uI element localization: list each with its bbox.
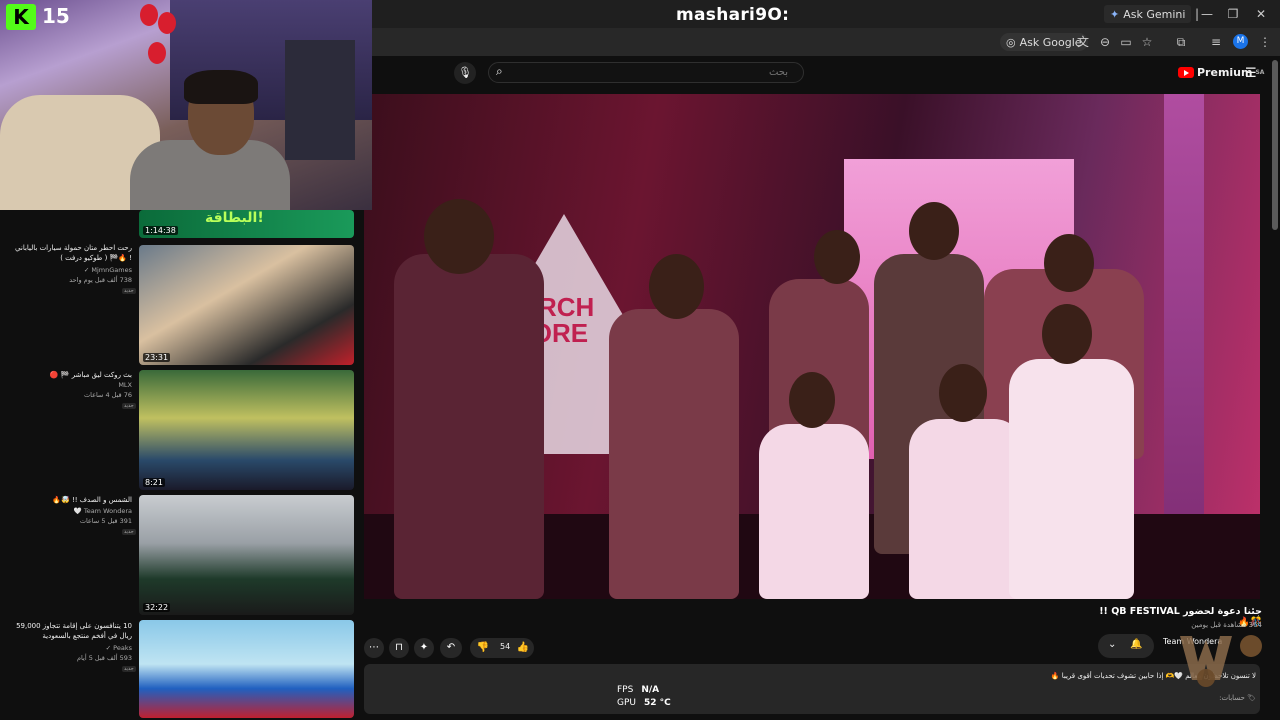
extensions-icon[interactable]: ⧉ bbox=[1173, 34, 1189, 50]
related-meta: 738 ألف قبل يوم واحد bbox=[69, 276, 132, 284]
related-duration: 1:14:38 bbox=[143, 226, 178, 235]
hamburger-menu-icon[interactable]: ☰ bbox=[1245, 66, 1257, 81]
child-2-head bbox=[939, 364, 987, 422]
subscribed-button[interactable]: ⌄ 🔔 bbox=[1098, 634, 1154, 658]
save-button[interactable]: ⊓ bbox=[389, 638, 409, 658]
video-player[interactable]: MERCH STORE bbox=[364, 94, 1260, 599]
related-channel[interactable]: Peaks ✓ bbox=[12, 644, 132, 652]
related-thumbnail-5[interactable] bbox=[139, 620, 354, 718]
bookmark-star-icon[interactable]: ☆ bbox=[1139, 34, 1155, 50]
related-channel[interactable]: Team Wondera 🤍 bbox=[12, 507, 132, 515]
related-title[interactable]: الشمس و الصدف !! 🤯🔥 bbox=[12, 495, 132, 505]
streamer-hair bbox=[184, 70, 258, 104]
share-icon: ↶ bbox=[446, 642, 456, 653]
chevron-down-icon: ⌄ bbox=[1108, 639, 1117, 650]
browser-menu-icon[interactable]: ⋮ bbox=[1257, 34, 1273, 50]
ask-gemini-label: Ask Gemini bbox=[1123, 7, 1186, 21]
gemini-sparkle-icon: ✦ bbox=[1110, 7, 1120, 21]
like-count: 54 bbox=[500, 642, 511, 651]
related-title[interactable]: رحت احطر متان حمولة سيارات بالياباني ! 🔥… bbox=[12, 243, 132, 263]
more-horiz-icon: ⋯ bbox=[369, 642, 379, 653]
premium-region: SA bbox=[1255, 69, 1265, 76]
minimize-button[interactable]: — bbox=[1196, 4, 1218, 24]
fps-label: FPS bbox=[617, 685, 634, 695]
page-scrollbar[interactable] bbox=[1272, 60, 1278, 230]
related-channel[interactable]: MjmnGames ✓ bbox=[12, 266, 132, 274]
person-back-2-head bbox=[909, 202, 959, 260]
thumbs-down-icon: 👎 bbox=[476, 642, 490, 653]
gpu-label: GPU bbox=[617, 698, 636, 708]
related-thumbnail-1[interactable]: البطاقة! 1:14:38 bbox=[139, 210, 354, 238]
related-duration: 23:31 bbox=[143, 353, 171, 362]
new-badge: جديد bbox=[122, 529, 136, 535]
related-thumbnail-4[interactable]: 32:22 bbox=[139, 495, 354, 615]
ask-gemini-button[interactable]: ✦ Ask Gemini bbox=[1104, 5, 1192, 23]
related-meta: 593 ألف قبل 5 أيام bbox=[77, 654, 132, 662]
related-title[interactable]: 10 يتنافسون على إقامة تتجاوز 59,000 ريال… bbox=[12, 621, 132, 641]
ask-ai-button[interactable]: ✦ bbox=[414, 638, 434, 658]
fps-value: N/A bbox=[641, 685, 660, 695]
viewer-count: 15 bbox=[42, 4, 70, 28]
related-duration: 32:22 bbox=[143, 603, 171, 612]
kick-logo: K bbox=[6, 4, 36, 30]
profile-avatar[interactable]: M bbox=[1233, 34, 1248, 49]
dislike-button[interactable]: 👎 bbox=[472, 638, 494, 658]
microphone-icon: 🎙 bbox=[458, 66, 472, 79]
child-1-head bbox=[789, 372, 835, 428]
ask-google-label: Ask Google bbox=[1019, 35, 1082, 49]
media-controls-icon[interactable]: ≡ bbox=[1208, 34, 1224, 50]
bell-icon: 🔔 bbox=[1130, 639, 1143, 650]
sparkle-icon: ✦ bbox=[419, 642, 429, 653]
streamer-webcam bbox=[0, 0, 372, 210]
balloon bbox=[140, 4, 158, 26]
new-badge: جديد bbox=[122, 403, 136, 409]
balloon bbox=[158, 12, 176, 34]
person-foreground bbox=[394, 254, 544, 599]
restore-button[interactable]: ❐ bbox=[1222, 4, 1244, 24]
search-input[interactable] bbox=[520, 64, 790, 80]
google-lens-icon: ◎ bbox=[1006, 35, 1016, 49]
child-3-head bbox=[1042, 304, 1092, 364]
person-back-1-head bbox=[814, 230, 860, 284]
related-meta: 76 قبل 4 ساعات bbox=[83, 391, 132, 399]
voice-search-button[interactable]: 🎙 bbox=[454, 62, 476, 84]
related-title[interactable]: بث روكت ليق مباشر 🏁 🔴 bbox=[12, 370, 132, 380]
child-white-robe-2 bbox=[909, 419, 1024, 599]
performance-overlay: FPS N/A GPU 52 °C bbox=[617, 684, 671, 710]
more-actions-button[interactable]: ⋯ bbox=[364, 638, 384, 658]
bookmark-icon: ⊓ bbox=[395, 642, 403, 653]
new-badge: جديد bbox=[122, 288, 136, 294]
thumbs-up-icon: 👍 bbox=[516, 642, 530, 653]
youtube-play-icon bbox=[1178, 67, 1194, 78]
new-badge: جديد bbox=[122, 666, 136, 672]
description-accounts: 🏷 حسابات: bbox=[1219, 694, 1256, 702]
search-icon[interactable]: ⌕ bbox=[496, 64, 503, 79]
cast-icon[interactable]: ▭ bbox=[1118, 34, 1134, 50]
related-channel[interactable]: MLX bbox=[12, 381, 132, 389]
related-thumbnail-3[interactable]: 8:21 bbox=[139, 370, 354, 490]
related-duration: 8:21 bbox=[143, 478, 165, 487]
related-thumbnail-1-text: البطاقة! bbox=[205, 210, 264, 226]
person-center-head bbox=[649, 254, 704, 319]
person-back-3-head bbox=[1044, 234, 1094, 292]
share-button[interactable]: ↶ bbox=[440, 638, 462, 658]
related-meta: 391 قبل 5 ساعات bbox=[79, 517, 132, 525]
close-button[interactable]: ✕ bbox=[1250, 4, 1272, 24]
channel-avatar[interactable] bbox=[1240, 635, 1262, 657]
zoom-icon[interactable]: ⊖ bbox=[1097, 34, 1113, 50]
person-foreground-head bbox=[424, 199, 494, 274]
child-white-robe-1 bbox=[759, 424, 869, 599]
person-center bbox=[609, 309, 739, 599]
balloon bbox=[148, 42, 166, 64]
webcam-jacket bbox=[285, 40, 355, 160]
child-white-robe-3 bbox=[1009, 359, 1134, 599]
like-button[interactable]: 👍 bbox=[514, 638, 532, 658]
related-thumbnail-2[interactable]: 23:31 bbox=[139, 245, 354, 365]
window-title: mashari9O: bbox=[676, 5, 790, 25]
wondera-watermark-logo bbox=[1180, 636, 1232, 687]
gpu-value: 52 °C bbox=[644, 698, 671, 708]
translate-icon[interactable]: 文 bbox=[1075, 34, 1091, 50]
